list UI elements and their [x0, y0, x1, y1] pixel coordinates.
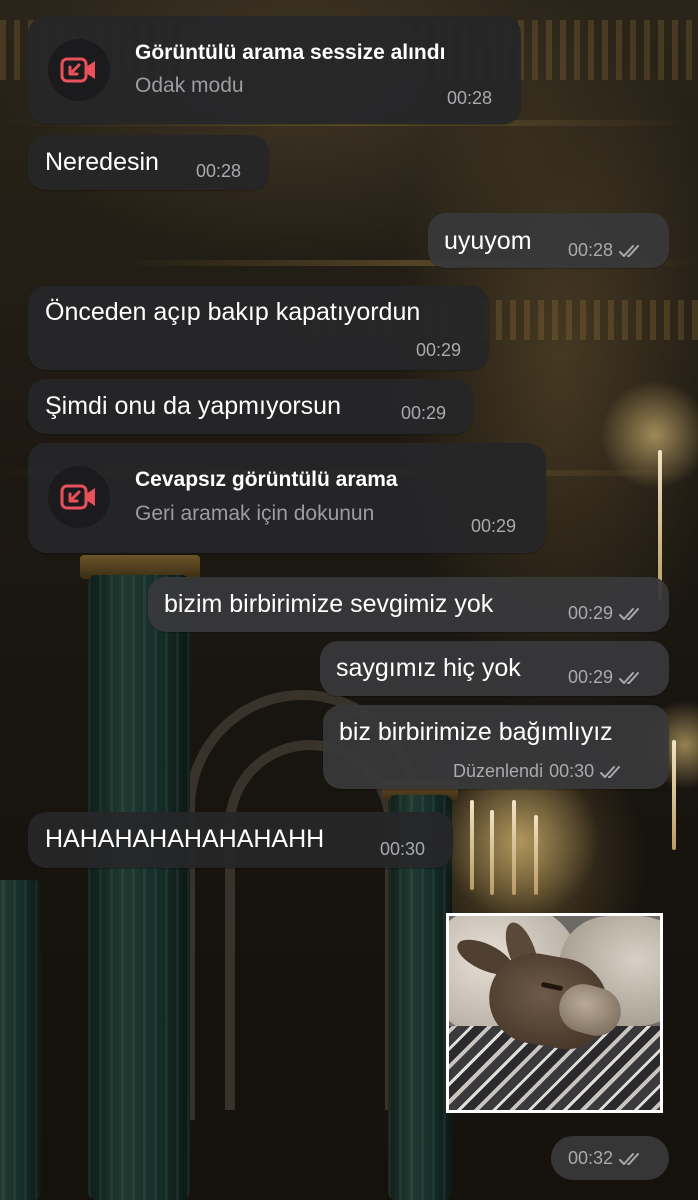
call-card-muted[interactable]: Görüntülü arama sessize alındı Odak modu… [28, 16, 521, 124]
call-card-missed[interactable]: Cevapsız görüntülü arama Geri aramak içi… [28, 443, 546, 553]
message-bubble-outgoing[interactable]: uyuyom 00:28 [428, 213, 669, 268]
call-subtitle: Odak modu [135, 74, 244, 97]
message-meta: 00:32 [568, 1148, 645, 1169]
double-check-icon [600, 764, 626, 780]
message-bubble-outgoing[interactable]: saygımız hiç yok 00:29 [320, 641, 669, 696]
call-subtitle: Geri aramak için dokunun [135, 502, 375, 525]
message-bubble-incoming[interactable]: HAHAHAHAHAHAHAHH 00:30 [28, 812, 453, 868]
edited-label: Düzenlendi [453, 761, 544, 781]
message-text: Neredesin [45, 148, 159, 176]
message-bubble-incoming[interactable]: Neredesin 00:28 [28, 135, 269, 190]
message-text: uyuyom [444, 227, 532, 255]
message-time: 00:29 [471, 516, 517, 536]
message-time: 00:28 [196, 161, 242, 181]
message-text: Önceden açıp bakıp kapatıyordun [45, 298, 421, 326]
message-time: 00:28 [447, 88, 493, 108]
message-text: biz birbirimize bağımlıyız [339, 718, 613, 746]
message-meta: Düzenlendi 00:30 [453, 761, 626, 782]
message-time: 00:29 [568, 603, 614, 623]
message-meta: 00:29 [568, 667, 645, 688]
message-time: 00:29 [416, 340, 462, 360]
message-time: 00:30 [380, 839, 426, 859]
message-bubble-outgoing[interactable]: bizim birbirimize sevgimiz yok 00:29 [148, 577, 669, 632]
missed-video-call-icon [48, 466, 110, 528]
photo-time-pill: 00:32 [551, 1136, 669, 1180]
message-meta: 00:29 [568, 603, 645, 624]
call-title: Görüntülü arama sessize alındı [135, 41, 446, 64]
message-text: saygımız hiç yok [336, 654, 521, 682]
message-list[interactable]: Görüntülü arama sessize alındı Odak modu… [0, 0, 698, 1200]
message-time: 00:28 [568, 240, 614, 260]
message-bubble-incoming[interactable]: Önceden açıp bakıp kapatıyordun 00:29 [28, 286, 489, 370]
message-time: 00:30 [549, 761, 595, 781]
message-time: 00:29 [401, 403, 447, 423]
message-time: 00:29 [568, 667, 614, 687]
message-text: HAHAHAHAHAHAHAHH [45, 825, 325, 853]
photo-message-sleeping-donkey[interactable] [446, 913, 663, 1113]
double-check-icon [619, 243, 645, 259]
missed-video-call-icon [48, 39, 110, 101]
message-time: 00:32 [568, 1148, 614, 1168]
double-check-icon [619, 1151, 645, 1167]
double-check-icon [619, 606, 645, 622]
call-title: Cevapsız görüntülü arama [135, 468, 398, 491]
message-bubble-outgoing[interactable]: biz birbirimize bağımlıyız Düzenlendi 00… [323, 705, 669, 789]
message-meta: 00:28 [568, 240, 645, 261]
message-bubble-incoming[interactable]: Şimdi onu da yapmıyorsun 00:29 [28, 379, 473, 434]
message-text: Şimdi onu da yapmıyorsun [45, 392, 341, 420]
double-check-icon [619, 670, 645, 686]
message-text: bizim birbirimize sevgimiz yok [164, 590, 494, 618]
